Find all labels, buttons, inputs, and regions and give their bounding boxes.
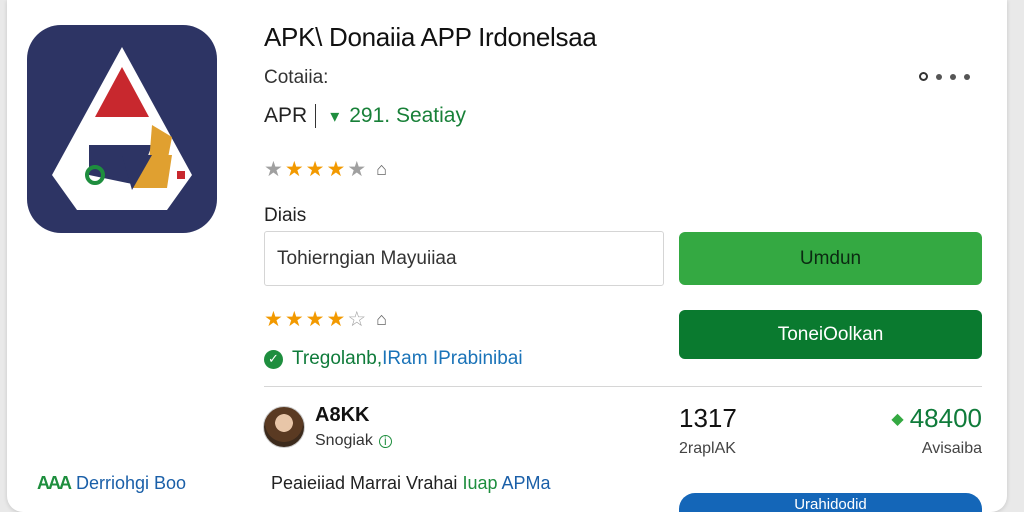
developer-subtitle-text: Snogiak <box>315 432 373 449</box>
meta-divider <box>315 104 317 128</box>
developer-name[interactable]: A8KK <box>315 404 369 427</box>
section-label: Diais <box>264 205 307 226</box>
star-icon: ★ <box>326 158 346 181</box>
footer-description-text: Peaieiiad Marrai Vrahai <box>271 473 458 493</box>
check-circle-icon: ✓ <box>264 349 283 369</box>
footer-description: Peaieiiad Marrai Vrahai Iuap APMa <box>271 473 551 494</box>
rating-stars-top: ★ ★ ★ ★ ★ ⌂ <box>264 157 387 182</box>
star-icon: ★ <box>264 308 283 331</box>
meta-value: 291. Seatiay <box>349 104 466 127</box>
stat-value: 1317 <box>679 403 737 433</box>
primary-action-button[interactable]: Umdun <box>679 232 982 285</box>
star-half-icon: ☆ <box>347 308 367 331</box>
divider <box>264 386 982 387</box>
star-icon: ★ <box>284 308 304 331</box>
star-icon: ★ <box>305 308 325 331</box>
text-input[interactable] <box>264 231 664 286</box>
stat-availability: ◆ 48400 Avisaiba <box>877 403 982 458</box>
footer-highlight-1[interactable]: Iuap <box>457 473 497 493</box>
rating-stars-bottom: ★ ★ ★ ★ ☆ ⌂ <box>264 307 387 332</box>
verified-text-1: Tregolanb, <box>292 348 383 369</box>
info-icon[interactable]: i <box>378 434 392 448</box>
footer-brand[interactable]: AAA Derriohgi Boo <box>37 473 186 494</box>
star-icon: ★ <box>326 308 346 331</box>
star-icon: ★ <box>305 158 325 181</box>
stat-label: 2raplAK <box>679 440 736 457</box>
badge-icon: ⌂ <box>376 159 388 179</box>
stat-downloads: 1317 2raplAK <box>679 403 737 458</box>
app-listing-card: APK\ Donaiia APP Irdonelsaa Cotaiia: APR… <box>7 0 1007 512</box>
meta-label: APR <box>264 104 308 127</box>
footer-highlight-2[interactable]: APMa <box>497 473 550 493</box>
shield-icon: ▾ <box>330 105 340 126</box>
star-icon: ★ <box>347 158 367 181</box>
app-title: APK\ Donaiia APP Irdonelsaa <box>264 22 597 52</box>
star-icon: ★ <box>264 158 283 181</box>
footer-brand-text: Derriohgi Boo <box>76 473 187 493</box>
stat-label: Avisaiba <box>921 440 982 457</box>
badge-icon: ⌂ <box>376 309 388 329</box>
verified-text-2: IRam IPrabinibai <box>382 348 523 369</box>
developer-subtitle: Snogiak i <box>315 432 392 450</box>
brand-logo-icon: AAA <box>37 473 72 493</box>
secondary-action-button[interactable]: ToneiOolkan <box>679 310 982 359</box>
stat-value: 48400 <box>909 403 982 433</box>
verified-row: ✓ Tregolanb, IRam IPrabinibai <box>264 348 523 370</box>
star-icon: ★ <box>284 158 304 181</box>
meta-row: APR ▾ 291. Seatiay <box>264 104 466 128</box>
more-options-icon[interactable] <box>919 72 970 81</box>
location-pin-icon: ◆ <box>891 410 904 428</box>
bottom-action-button[interactable]: Urahidodid <box>679 493 982 512</box>
stat-value-row: ◆ 48400 <box>877 403 982 434</box>
app-logo-icon[interactable] <box>27 25 217 233</box>
app-subtitle: Cotaiia: <box>264 67 329 88</box>
avatar[interactable] <box>263 406 305 448</box>
